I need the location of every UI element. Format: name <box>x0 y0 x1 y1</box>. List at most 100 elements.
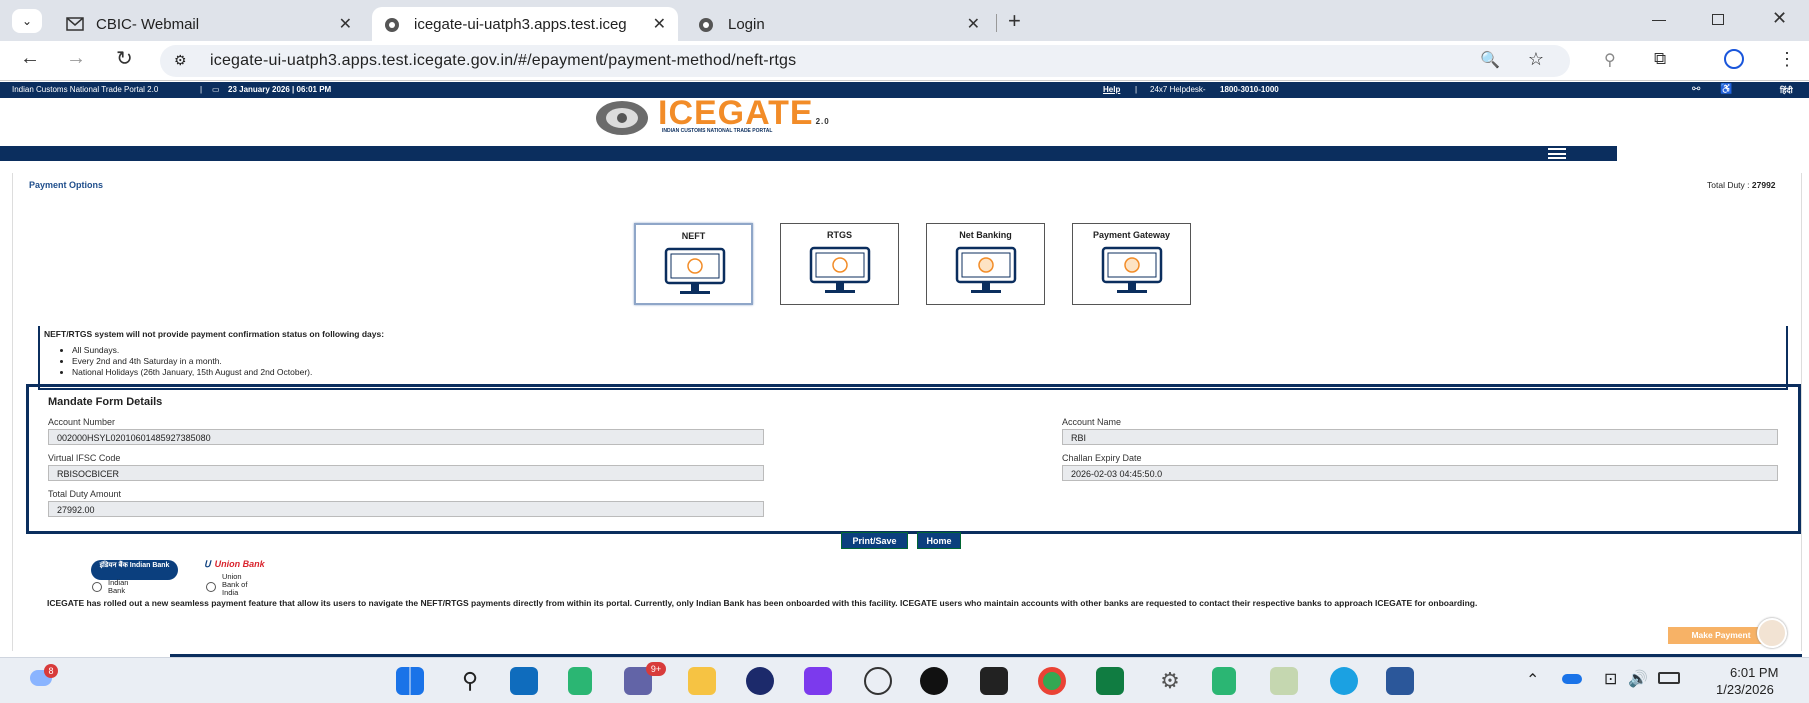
app-icon[interactable] <box>746 667 774 695</box>
bank-radio-indian[interactable] <box>92 582 102 592</box>
help-link[interactable]: Help <box>1103 85 1120 94</box>
close-tab-icon[interactable]: ✕ <box>967 14 980 34</box>
helpdesk-number: 1800-3010-1000 <box>1220 85 1279 94</box>
zoom-icon[interactable]: 🔍 <box>1480 50 1500 70</box>
bookmark-star-icon[interactable]: ☆ <box>1528 49 1544 70</box>
union-bank-mark-icon: ᑌ <box>204 559 211 569</box>
bank-radio-label: Union Bank of India <box>222 572 248 597</box>
site-header: ICEGATE 2.0 INDIAN CUSTOMS NATIONAL TRADE… <box>0 94 1617 146</box>
method-label: RTGS <box>826 230 852 240</box>
monitor-icon <box>809 246 871 293</box>
sitemap-icon[interactable]: ⚯ <box>1692 84 1700 95</box>
home-button[interactable]: Home <box>917 532 961 549</box>
clock-time[interactable]: 6:01 PM <box>1730 665 1778 680</box>
method-label: NEFT <box>681 231 706 241</box>
webex-icon[interactable] <box>920 667 948 695</box>
account-number-label: Account Number <box>48 417 116 427</box>
account-name-field: RBI <box>1062 429 1778 445</box>
notice-item: National Holidays (26th January, 15th Au… <box>72 367 1786 378</box>
onedrive-icon[interactable] <box>1562 674 1582 684</box>
expiry-field: 2026-02-03 04:45:50.0 <box>1062 465 1778 481</box>
restore-icon[interactable] <box>1712 14 1724 25</box>
tab-title: CBIC- Webmail <box>96 15 200 33</box>
account-name-label: Account Name <box>1062 417 1122 427</box>
address-bar[interactable]: ⚙ icegate-ui-uatph3.apps.test.icegate.go… <box>160 45 1570 77</box>
payment-method-neft[interactable]: NEFT <box>634 223 753 305</box>
tab-login[interactable]: Login ✕ <box>686 7 992 41</box>
outlook-icon[interactable] <box>510 667 538 695</box>
payment-method-net-banking[interactable]: Net Banking <box>926 223 1045 305</box>
battery-icon[interactable] <box>1658 672 1680 684</box>
excel-icon[interactable] <box>1096 667 1124 695</box>
separator: | <box>1135 85 1138 94</box>
sticky-notes-icon[interactable] <box>980 667 1008 695</box>
accessibility-icon[interactable]: ♿ <box>1720 84 1732 95</box>
logo-version: 2.0 <box>815 117 830 126</box>
notice-heading: NEFT/RTGS system will not provide paymen… <box>44 329 385 339</box>
tab-search-button[interactable]: ⌄ <box>12 9 42 33</box>
emblem-icon <box>698 17 716 32</box>
language-link[interactable]: हिंदी <box>1780 85 1793 96</box>
account-number-field: 002000HSYL02010601485927385080 <box>48 429 764 445</box>
site-top-bar: Indian Customs National Trade Portal 2.0… <box>0 82 1809 98</box>
planner2-icon[interactable] <box>1212 667 1236 695</box>
start-icon[interactable] <box>396 667 424 695</box>
print-save-button[interactable]: Print/Save <box>841 532 908 549</box>
tab-icegate[interactable]: icegate-ui-uatph3.apps.test.iceg ✕ <box>372 7 678 41</box>
bank-radio-label: Indian Bank <box>108 578 129 595</box>
hamburger-menu-icon[interactable] <box>1548 148 1566 159</box>
method-label: Net Banking <box>959 230 1012 240</box>
close-window-icon[interactable]: ✕ <box>1772 8 1787 29</box>
helpdesk-label: 24x7 Helpdesk- <box>1150 85 1206 94</box>
profile-icon[interactable] <box>1724 49 1744 69</box>
chevron-up-icon[interactable]: ⌃ <box>1526 670 1539 690</box>
method-label: Payment Gateway <box>1092 230 1171 240</box>
minimize-icon[interactable] <box>1652 20 1666 21</box>
expiry-label: Challan Expiry Date <box>1062 453 1142 463</box>
payment-method-gateway[interactable]: Payment Gateway <box>1072 223 1191 305</box>
notice-item: Every 2nd and 4th Saturday in a month. <box>72 356 1786 367</box>
tab-webmail[interactable]: CBIC- Webmail ✕ <box>54 7 364 41</box>
file-explorer-icon[interactable] <box>688 667 716 695</box>
separator: | <box>200 85 203 94</box>
volume-icon[interactable]: 🔊 <box>1628 669 1648 689</box>
bank-radio-union[interactable] <box>206 582 216 592</box>
monitor-icon <box>955 246 1017 293</box>
new-tab-button[interactable]: + <box>1008 8 1021 34</box>
indian-bank-logo-text: इंडियन बैंक Indian Bank <box>99 562 170 569</box>
forward-icon[interactable]: → <box>66 47 86 70</box>
union-bank-logo-text: Union Bank <box>214 559 265 569</box>
right-shadow-strip <box>1617 98 1809 161</box>
planner-icon[interactable] <box>568 667 592 695</box>
m365-icon[interactable] <box>804 667 832 695</box>
site-info-icon[interactable]: ⚙ <box>174 52 187 69</box>
network-icon[interactable]: ⊡ <box>1604 669 1617 689</box>
amount-label: Total Duty Amount <box>48 489 122 499</box>
tab-title: icegate-ui-uatph3.apps.test.iceg <box>414 15 627 33</box>
close-tab-icon[interactable]: ✕ <box>339 14 352 34</box>
chat-assistant-avatar[interactable] <box>1757 618 1787 648</box>
extensions-icon[interactable]: ⧉ <box>1654 49 1666 69</box>
search-icon[interactable]: ⚲ <box>456 667 484 695</box>
edge-icon[interactable] <box>1330 667 1358 695</box>
reload-icon[interactable]: ↻ <box>116 46 133 71</box>
total-duty-value: 27992 <box>1751 180 1776 190</box>
clock-app-icon[interactable] <box>864 667 892 695</box>
notepad-icon[interactable] <box>1270 667 1298 695</box>
monitor-icon <box>664 247 726 294</box>
notice-item: All Sundays. <box>72 345 1786 356</box>
menu-dots-icon[interactable]: ⋮ <box>1778 49 1796 70</box>
clock-date[interactable]: 1/23/2026 <box>1716 682 1774 697</box>
close-tab-icon[interactable]: ✕ <box>653 14 666 34</box>
settings-icon[interactable]: ⚙ <box>1156 667 1184 695</box>
payment-method-rtgs[interactable]: RTGS <box>780 223 899 305</box>
monitor-icon <box>1101 246 1163 293</box>
amount-field: 27992.00 <box>48 501 764 517</box>
word-icon[interactable] <box>1386 667 1414 695</box>
ifsc-field: RBISOCBICER <box>48 465 764 481</box>
mail-icon <box>66 17 84 31</box>
back-icon[interactable]: ← <box>20 47 40 70</box>
key-icon[interactable]: ⚲ <box>1604 50 1616 70</box>
url-text: icegate-ui-uatph3.apps.test.icegate.gov.… <box>210 52 797 69</box>
chrome-icon[interactable] <box>1038 667 1066 695</box>
